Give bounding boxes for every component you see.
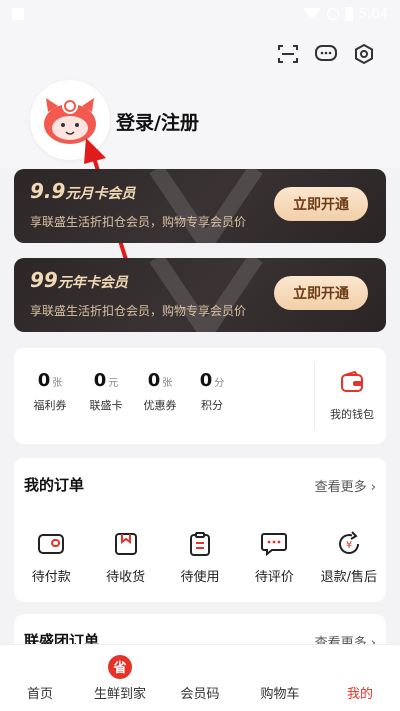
- stat-number: 0: [147, 370, 161, 391]
- activate-button[interactable]: 立即开通: [274, 276, 368, 310]
- tab-member-code[interactable]: 会员码: [160, 645, 240, 711]
- view-more-link[interactable]: 查看更多 ›: [315, 476, 376, 495]
- settings-icon[interactable]: [352, 42, 376, 66]
- stat-points[interactable]: 0分 积分: [182, 370, 242, 413]
- clipboard-icon: [190, 532, 211, 556]
- vip-price: 99: [30, 268, 58, 292]
- order-pending-review[interactable]: 待评价: [237, 530, 311, 585]
- activate-button[interactable]: 立即开通: [274, 187, 368, 221]
- stat-label: 联盛卡: [89, 399, 123, 412]
- vip-month-card[interactable]: 9.9元月卡会员 享联盛生活折扣仓会员，购物专享会员价 立即开通: [14, 169, 386, 243]
- profile-header: 登录/注册: [0, 28, 400, 268]
- order-pending-use[interactable]: 待使用: [163, 530, 237, 585]
- divider: [314, 362, 315, 430]
- vip-subtitle: 享联盛生活折扣仓会员，购物专享会员价: [30, 304, 247, 318]
- stat-number: 0: [93, 370, 107, 391]
- vip-price: 9.9: [30, 179, 66, 203]
- vip-title: 9.9元月卡会员: [30, 179, 135, 203]
- order-pending-receipt[interactable]: 待收货: [88, 530, 162, 585]
- order-pending-payment[interactable]: 待付款: [14, 530, 88, 585]
- tab-label: 我的: [346, 686, 373, 702]
- stat-coupons[interactable]: 0张 优惠券: [130, 370, 190, 413]
- stat-welfare-coupons[interactable]: 0张 福利券: [20, 370, 80, 413]
- my-orders-card: 我的订单 查看更多 › 待付款 待收货 待使用 待评价 ¥ 退款/售后: [14, 458, 386, 602]
- order-label: 待评价: [254, 570, 294, 585]
- comment-icon: [261, 533, 288, 557]
- tab-label: 会员码: [180, 686, 220, 702]
- tab-home[interactable]: 首页: [0, 645, 80, 711]
- wallet-card: 0张 福利券 0元 联盛卡 0张 优惠券 0分 积分 我的钱包: [14, 348, 386, 444]
- orders-title: 我的订单: [24, 476, 85, 494]
- battery-icon: [344, 7, 353, 21]
- signal-icon: [326, 8, 339, 20]
- order-label: 退款/售后: [320, 570, 378, 585]
- tab-label: 购物车: [260, 686, 300, 702]
- stat-label: 优惠券: [143, 399, 177, 412]
- stat-unit: 分: [214, 378, 225, 389]
- svg-text:¥: ¥: [346, 540, 352, 551]
- notification-icon: [12, 8, 24, 20]
- vip-year-card[interactable]: 99元年卡会员 享联盛生活折扣仓会员，购物专享会员价 立即开通: [14, 258, 386, 332]
- stat-unit: 元: [108, 378, 119, 389]
- wifi-icon: [302, 8, 321, 20]
- payment-icon: [38, 534, 65, 554]
- refund-icon: ¥: [338, 531, 359, 554]
- wallet-label: 我的钱包: [330, 408, 374, 421]
- vip-subtitle: 享联盛生活折扣仓会员，购物专享会员价: [30, 215, 247, 229]
- bottom-tab-bar: 首页 省 生鲜到家 会员码 购物车 我的: [0, 644, 400, 711]
- chevron-right-icon: ›: [370, 480, 376, 495]
- stat-lianSheng-card[interactable]: 0元 联盛卡: [76, 370, 136, 413]
- stat-label: 福利券: [33, 399, 67, 412]
- login-register-link[interactable]: 登录/注册: [116, 108, 199, 135]
- my-wallet-button[interactable]: 我的钱包: [318, 370, 386, 422]
- stat-number: 0: [199, 370, 213, 391]
- tab-mine[interactable]: 我的: [320, 645, 400, 711]
- watermark-icon: [149, 169, 263, 243]
- receive-icon: [114, 533, 137, 555]
- stat-number: 0: [37, 370, 51, 391]
- tab-label: 首页: [26, 686, 53, 702]
- stat-unit: 张: [52, 378, 63, 389]
- order-refund-aftersale[interactable]: ¥ 退款/售后: [312, 530, 386, 585]
- watermark-icon: [149, 258, 263, 332]
- message-icon[interactable]: [314, 42, 338, 66]
- stat-label: 积分: [201, 399, 223, 412]
- order-label: 待收货: [106, 570, 146, 585]
- svg-text:省: 省: [112, 660, 126, 676]
- order-label: 待使用: [180, 570, 220, 585]
- status-bar: 5:04: [0, 0, 400, 28]
- vip-title: 99元年卡会员: [30, 268, 128, 292]
- tab-fresh-delivery[interactable]: 省 生鲜到家: [80, 645, 160, 711]
- vip-title-rest: 元月卡会员: [65, 186, 136, 202]
- wallet-icon: [341, 370, 363, 392]
- vip-title-rest: 元年卡会员: [57, 275, 128, 291]
- view-more-label: 查看更多: [314, 480, 367, 495]
- status-time: 5:04: [358, 6, 388, 22]
- tab-cart[interactable]: 购物车: [240, 645, 320, 711]
- save-badge-icon: 省: [108, 654, 132, 679]
- stat-unit: 张: [162, 378, 173, 389]
- order-label: 待付款: [31, 570, 71, 585]
- scan-icon[interactable]: [276, 42, 300, 66]
- tab-label: 生鲜到家: [93, 686, 146, 702]
